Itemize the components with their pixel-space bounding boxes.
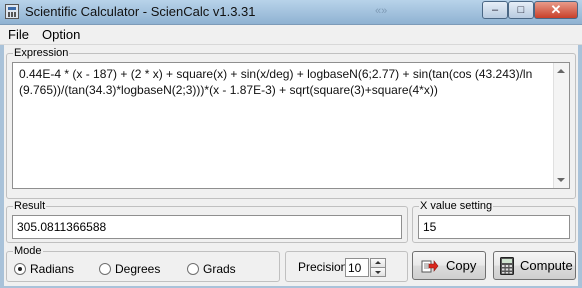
x-value-text: 15 bbox=[423, 220, 437, 234]
menu-file[interactable]: File bbox=[8, 27, 29, 42]
minimize-button[interactable]: – bbox=[482, 1, 508, 19]
copy-button[interactable]: Copy bbox=[412, 251, 486, 280]
expression-label: Expression bbox=[13, 46, 70, 60]
client-area: Expression 0.44E-4 * (x - 187) + (2 * x)… bbox=[4, 45, 578, 286]
precision-decrement-button[interactable] bbox=[370, 267, 386, 277]
copy-button-label: Copy bbox=[446, 258, 477, 273]
window-title: Scientific Calculator - ScienCalc v1.3.3… bbox=[25, 4, 256, 19]
result-field[interactable]: 305.0811366588 bbox=[12, 215, 402, 239]
radio-grads[interactable] bbox=[187, 263, 199, 275]
result-group: Result 305.0811366588 bbox=[6, 199, 408, 243]
expression-textarea[interactable]: 0.44E-4 * (x - 187) + (2 * x) + square(x… bbox=[12, 62, 570, 189]
radio-degrees[interactable] bbox=[99, 263, 111, 275]
minimize-icon: – bbox=[491, 4, 499, 16]
compute-button-label: Compute bbox=[520, 258, 573, 273]
title-bar[interactable]: Scientific Calculator - ScienCalc v1.3.3… bbox=[0, 0, 582, 25]
title-bar-background-glyph: «» bbox=[375, 5, 388, 17]
chevron-up-icon bbox=[375, 261, 381, 264]
x-value-label: X value setting bbox=[419, 199, 494, 213]
close-icon: ✕ bbox=[550, 2, 562, 17]
close-button[interactable]: ✕ bbox=[534, 1, 578, 19]
precision-input[interactable]: 10 bbox=[345, 258, 369, 277]
x-value-field[interactable]: 15 bbox=[418, 215, 570, 239]
radio-grads-label[interactable]: Grads bbox=[203, 262, 236, 276]
calculator-app-icon bbox=[5, 4, 19, 19]
copy-arrow-icon bbox=[421, 260, 439, 273]
radio-radians[interactable] bbox=[14, 263, 26, 275]
mode-group: Mode Radians Degrees Grads bbox=[6, 244, 280, 282]
menu-option[interactable]: Option bbox=[42, 27, 80, 42]
compute-button[interactable]: Compute bbox=[493, 251, 576, 280]
x-value-group: X value setting 15 bbox=[412, 199, 576, 243]
radio-radians-label[interactable]: Radians bbox=[30, 262, 74, 276]
scroll-up-icon[interactable] bbox=[557, 69, 565, 73]
mode-label: Mode bbox=[13, 244, 43, 258]
result-value: 305.0811366588 bbox=[17, 220, 107, 234]
chevron-down-icon bbox=[375, 271, 381, 274]
result-label: Result bbox=[13, 199, 47, 213]
calculator-icon bbox=[500, 257, 514, 275]
expression-scrollbar[interactable] bbox=[553, 63, 569, 188]
maximize-icon: □ bbox=[517, 4, 525, 16]
scroll-down-icon[interactable] bbox=[557, 178, 565, 182]
expression-text: 0.44E-4 * (x - 187) + (2 * x) + square(x… bbox=[19, 67, 533, 97]
maximize-button[interactable]: □ bbox=[508, 1, 534, 19]
precision-label: Precision bbox=[298, 260, 348, 274]
radio-degrees-label[interactable]: Degrees bbox=[115, 262, 160, 276]
precision-stepper[interactable] bbox=[370, 258, 386, 277]
menu-bar: File Option bbox=[0, 25, 582, 45]
expression-group: Expression 0.44E-4 * (x - 187) + (2 * x)… bbox=[6, 46, 576, 199]
